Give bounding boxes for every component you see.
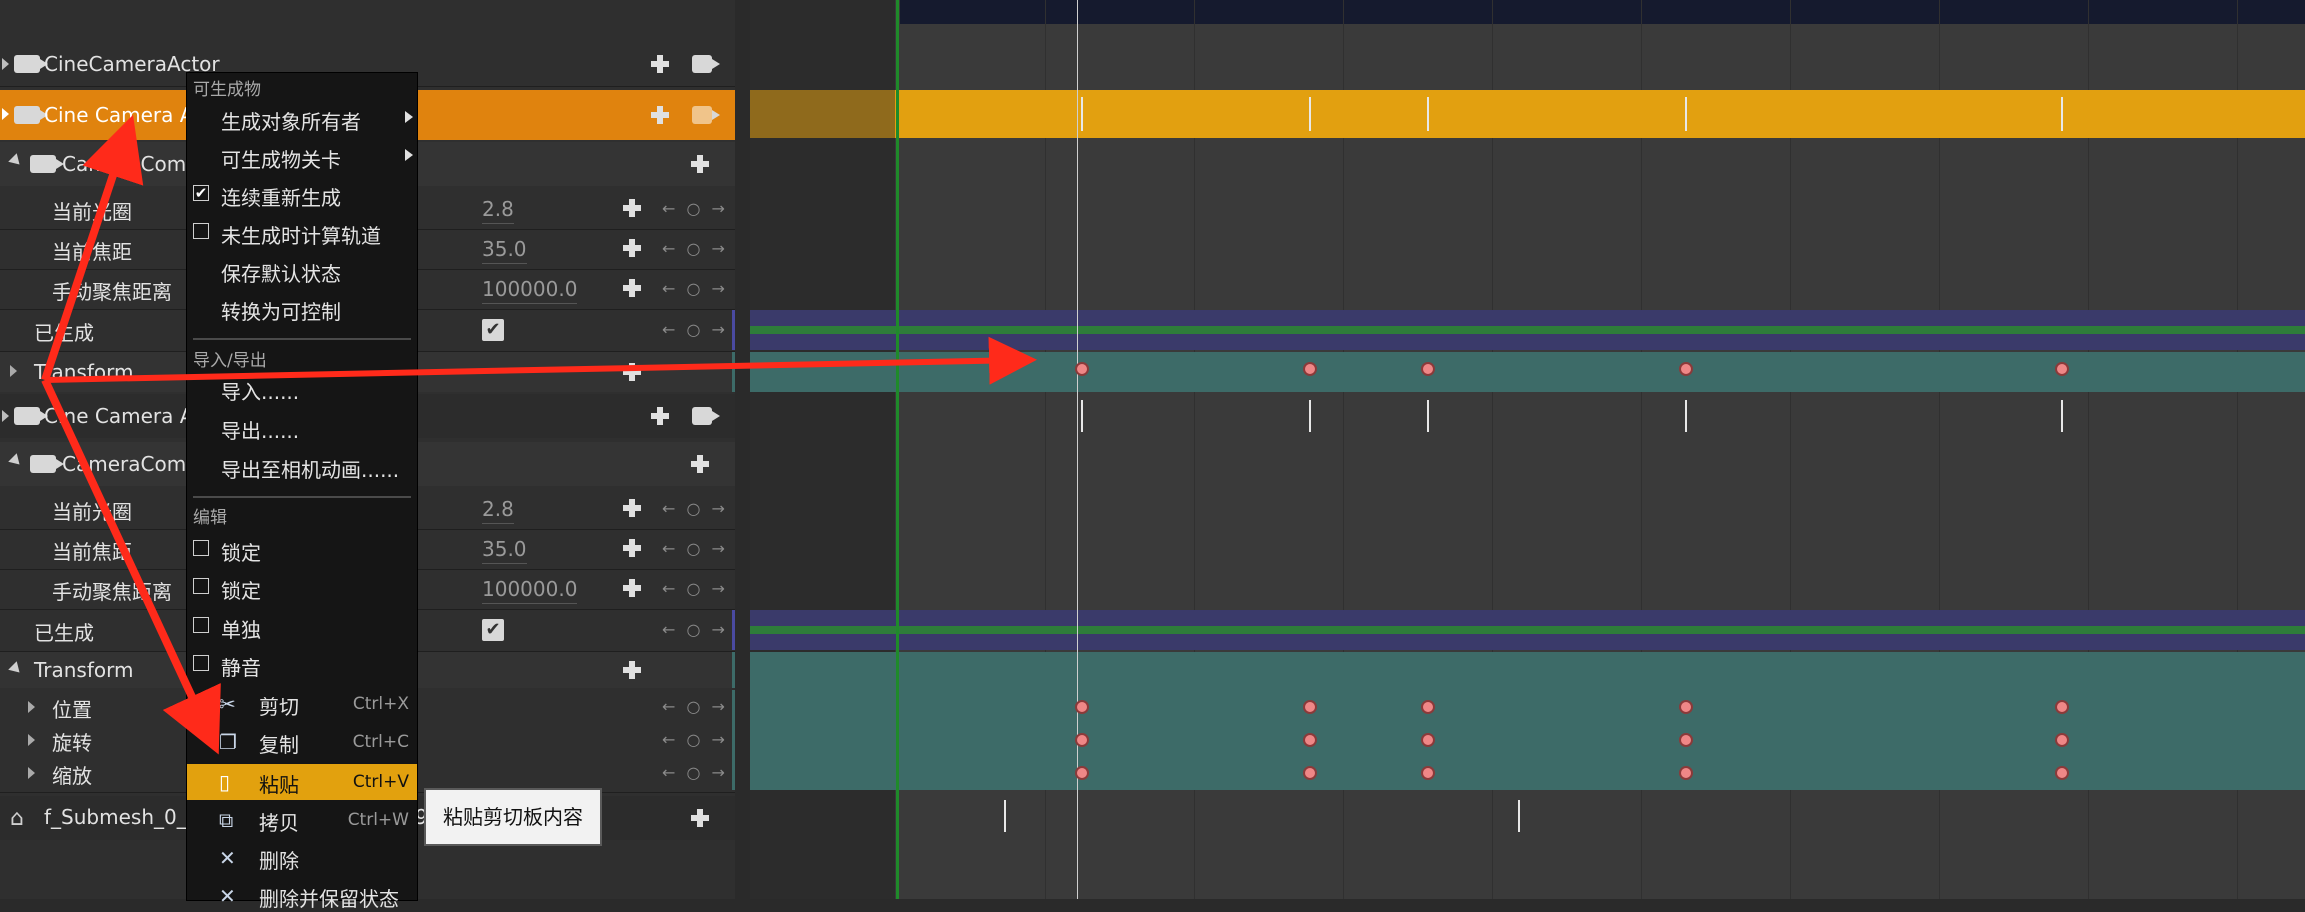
annotation-arrow-up bbox=[41, 114, 144, 382]
annotation-arrow-right bbox=[44, 336, 1037, 385]
annotation-arrow-down bbox=[41, 378, 221, 755]
annotation-arrows bbox=[41, 114, 1037, 755]
